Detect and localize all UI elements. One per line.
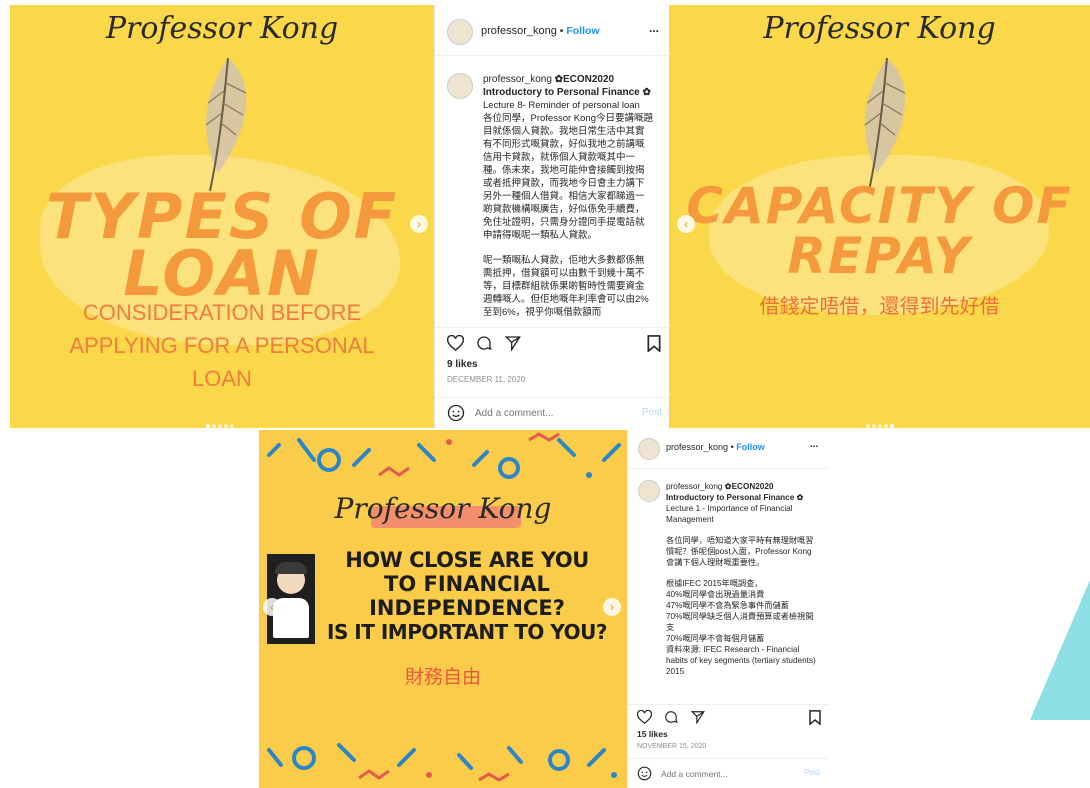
- emoji-icon[interactable]: [447, 404, 465, 422]
- post-comment-button[interactable]: Post: [804, 768, 820, 777]
- comment-icon[interactable]: [664, 710, 679, 724]
- next-slide-button[interactable]: ›: [603, 598, 621, 616]
- feather-icon: [864, 57, 906, 192]
- separator-dot: •: [730, 442, 734, 452]
- slide-types-of-loan: Professor Kong TYPES OF LOAN CONSIDERATI…: [10, 5, 434, 428]
- carousel-dots: [865, 415, 895, 433]
- slide-subtitle: 財務自由: [404, 667, 481, 688]
- slide-subtitle-line3: LOAN: [192, 366, 252, 391]
- brand-title: Professor Kong: [763, 11, 996, 46]
- share-icon[interactable]: [690, 710, 705, 725]
- instagram-post-panel: professor_kong • Follow ... professor_ko…: [434, 5, 670, 428]
- bookmark-icon[interactable]: [647, 335, 661, 352]
- emoji-icon[interactable]: [637, 766, 652, 781]
- comment-input[interactable]: [473, 404, 627, 422]
- decorative-pattern-top: [267, 432, 621, 479]
- caption-username[interactable]: professor_kong: [666, 482, 722, 491]
- headline-line4: IS IT IMPORTANT TO YOU?: [327, 620, 608, 644]
- brand-title: Professor Kong: [334, 492, 552, 525]
- username[interactable]: professor_kong: [666, 442, 728, 452]
- likes-count[interactable]: 9 likes: [447, 359, 478, 370]
- previous-slide-button[interactable]: ‹: [677, 215, 695, 233]
- next-slide-button[interactable]: ›: [410, 215, 428, 233]
- bookmark-icon[interactable]: [809, 710, 821, 725]
- avatar[interactable]: [638, 438, 660, 460]
- like-heart-icon[interactable]: [636, 709, 653, 725]
- slide-subtitle-line1: CONSIDERATION BEFORE: [82, 300, 362, 325]
- previous-slide-button[interactable]: ‹: [263, 598, 281, 616]
- more-options-icon[interactable]: ...: [649, 21, 659, 35]
- slide-subtitle: 借錢定唔借，還得到先好借: [759, 296, 1000, 318]
- decorative-pattern-bottom: [267, 743, 617, 782]
- post-date: DECEMBER 11, 2020: [447, 375, 526, 384]
- post-date: NOVEMBER 15, 2020: [637, 743, 707, 750]
- instagram-post-panel: professor_kong • Follow ... professor_ko…: [627, 430, 829, 788]
- headline-line1: HOW CLOSE ARE YOU: [345, 548, 589, 572]
- post-caption: professor_kong ✿ECON2020 Introductory to…: [666, 482, 816, 676]
- headline-line2: TO FINANCIAL: [384, 572, 550, 596]
- slide-financial-independence: Professor Kong HOW CLOSE ARE YOU TO FINA…: [259, 430, 627, 788]
- comment-input[interactable]: [659, 766, 793, 782]
- post-comment-button[interactable]: Post: [642, 407, 662, 418]
- caption-avatar[interactable]: [447, 73, 473, 99]
- likes-count[interactable]: 15 likes: [637, 729, 668, 739]
- separator-dot: •: [559, 25, 564, 37]
- avatar[interactable]: [447, 19, 473, 45]
- feather-icon: [205, 57, 247, 192]
- slide-capacity-of-repay: Professor Kong CAPACITY OF REPAY 借錢定唔借，還…: [669, 5, 1090, 428]
- username[interactable]: professor_kong: [481, 25, 557, 37]
- headline-line3: INDEPENDENCE?: [369, 596, 565, 620]
- more-options-icon[interactable]: ...: [810, 439, 818, 450]
- caption-username[interactable]: professor_kong: [483, 74, 552, 85]
- slide-subtitle-line2: APPLYING FOR A PERSONAL: [69, 333, 375, 358]
- carousel-dots: [205, 415, 235, 433]
- follow-button[interactable]: Follow: [736, 442, 765, 452]
- like-heart-icon[interactable]: [446, 334, 465, 352]
- share-icon[interactable]: [504, 335, 521, 352]
- follow-button[interactable]: Follow: [566, 25, 599, 37]
- brand-title: Professor Kong: [105, 11, 339, 46]
- comment-icon[interactable]: [476, 335, 493, 351]
- caption-avatar[interactable]: [638, 480, 660, 502]
- decorative-triangle: [1030, 580, 1090, 720]
- post-caption: professor_kong ✿ECON2020 Introductory to…: [483, 74, 653, 318]
- slide-heading-line2: REPAY: [787, 227, 972, 285]
